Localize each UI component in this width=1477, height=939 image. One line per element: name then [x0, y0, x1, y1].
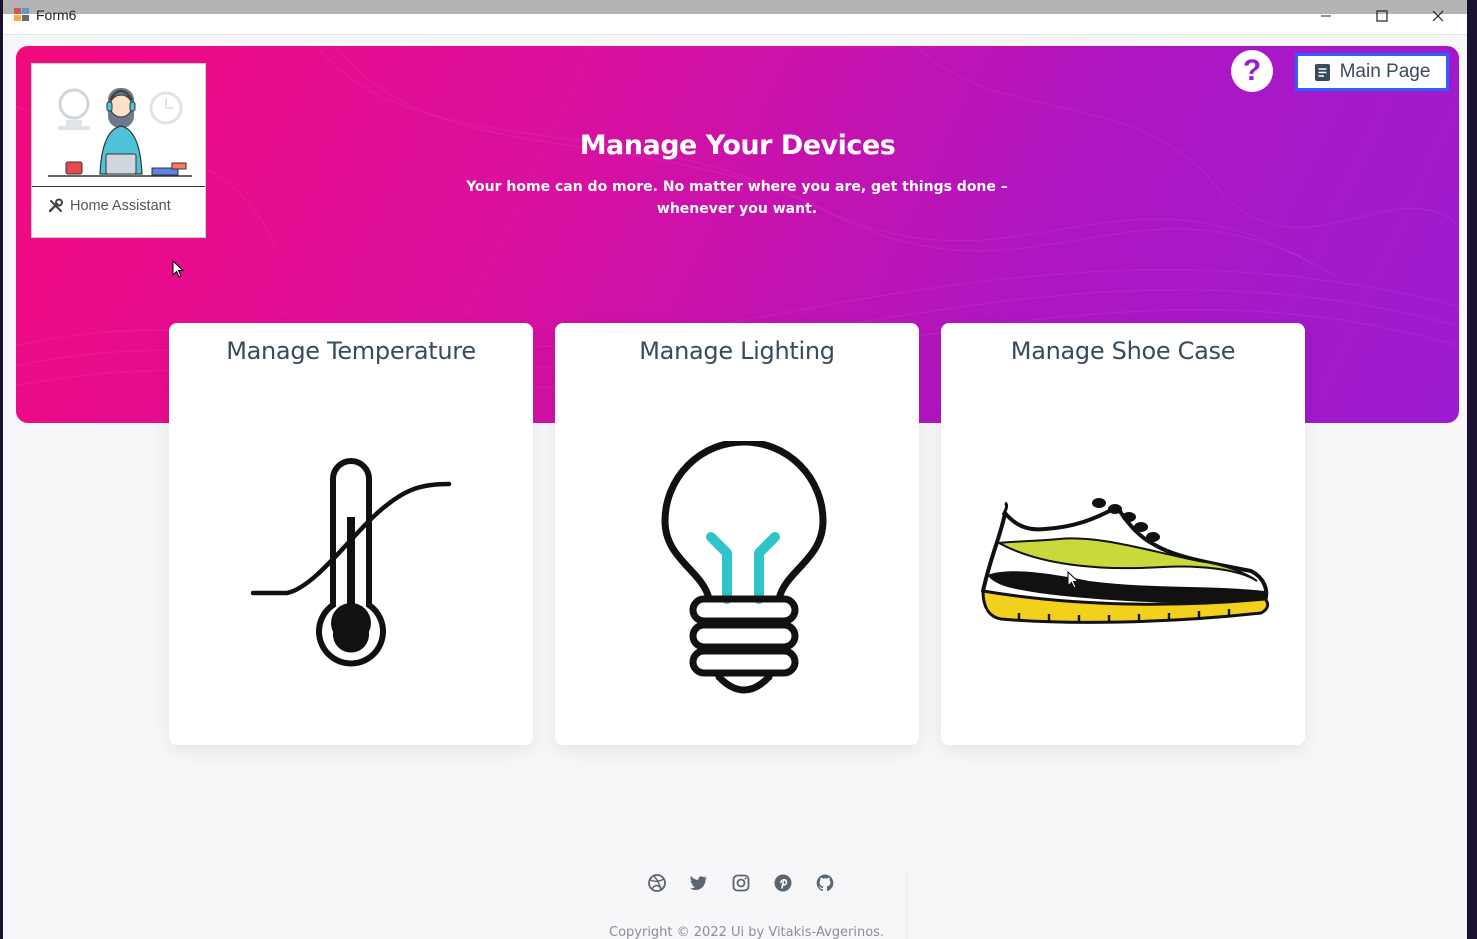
footer-divider [906, 868, 907, 939]
thermometer-icon [250, 458, 452, 667]
card-title: Manage Shoe Case [1010, 337, 1236, 365]
social-links [647, 873, 835, 893]
card-title: Manage Lighting [639, 337, 835, 365]
pinterest-icon[interactable] [773, 873, 793, 893]
copyright-text: Copyright © 2022 Ui by Vitakis-Avgerinos… [609, 925, 885, 939]
window-title: Form6 [36, 7, 77, 23]
twitter-icon[interactable] [689, 873, 709, 893]
tools-icon [48, 198, 63, 213]
home-assistant-label: Home Assistant [70, 198, 171, 214]
instagram-icon[interactable] [731, 873, 751, 893]
support-agent-illustration [32, 88, 205, 187]
help-icon: ? [1242, 54, 1262, 87]
lightbulb-icon [661, 441, 827, 694]
title-bar: Form6 [3, 0, 1467, 35]
hero-title: Manage Your Devices [579, 130, 896, 161]
dribbble-icon[interactable] [647, 873, 667, 893]
sneaker-icon [981, 498, 1270, 624]
app-icon [14, 8, 29, 21]
card-manage-shoe-case[interactable]: Manage Shoe Case [941, 323, 1305, 745]
card-manage-temperature[interactable]: Manage Temperature [169, 323, 533, 745]
main-page-button[interactable]: Main Page [1295, 53, 1449, 91]
logo-label: Home Assistant [48, 198, 171, 214]
maximize-button[interactable] [1359, 3, 1405, 29]
mouse-cursor-icon [172, 260, 184, 278]
app-window: Form6 Home Assistant Manage Your Devices… [3, 0, 1467, 939]
hero-subtitle: Your home can do more. No matter where y… [466, 179, 1008, 217]
document-icon [1314, 63, 1330, 81]
minimize-button[interactable] [1303, 3, 1349, 29]
help-button[interactable]: ? [1231, 50, 1273, 92]
close-button[interactable] [1415, 3, 1461, 29]
main-page-label: Main Page [1339, 61, 1431, 82]
card-title: Manage Temperature [226, 337, 476, 365]
github-icon[interactable] [815, 873, 835, 893]
mouse-cursor-icon [1067, 571, 1079, 589]
card-manage-lighting[interactable]: Manage Lighting [555, 323, 919, 745]
title-bar-strip [3, 0, 1467, 14]
